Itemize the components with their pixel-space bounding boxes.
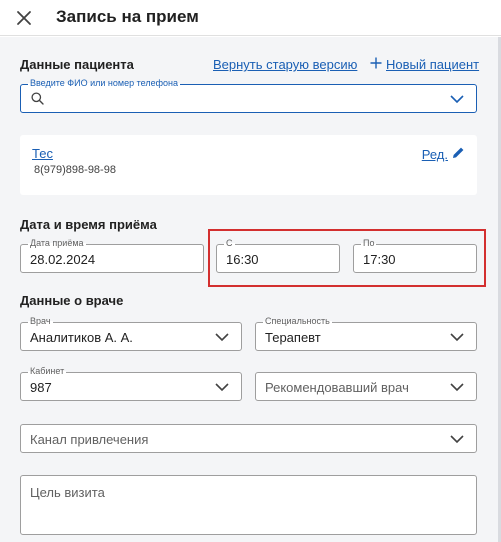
patient-section-title: Данные пациента <box>20 57 134 72</box>
modal-title: Запись на прием <box>56 7 199 26</box>
visit-purpose-placeholder: Цель визита <box>30 485 105 500</box>
referring-doctor-placeholder: Рекомендовавший врач <box>265 380 409 395</box>
patient-search-input[interactable]: Введите ФИО или номер телефона <box>20 78 477 113</box>
cabinet-label: Кабинет <box>28 366 67 376</box>
edit-patient-button[interactable]: Ред. <box>422 146 465 162</box>
edit-label: Ред. <box>421 146 448 162</box>
specialty-select[interactable]: Специальность Терапевт <box>255 316 477 351</box>
patient-phone: 8(979)898-98-98 <box>34 164 116 176</box>
referring-doctor-select[interactable]: Рекомендовавший врач <box>255 372 477 401</box>
date-value: 28.02.2024 <box>30 252 96 267</box>
close-icon[interactable] <box>14 8 34 28</box>
channel-select[interactable]: Канал привлечения <box>20 424 477 453</box>
patient-card: Тес 8(979)898-98-98 Ред. <box>20 135 477 195</box>
doctor-select[interactable]: Врач Аналитиков А. А. <box>20 316 242 351</box>
patient-search-label: Введите ФИО или номер телефона <box>28 78 180 88</box>
chevron-down-icon[interactable] <box>450 435 464 444</box>
chevron-down-icon[interactable] <box>450 383 464 392</box>
visit-purpose-textarea[interactable]: Цель визита <box>20 475 477 535</box>
revert-version-link[interactable]: Вернуть старую версию <box>213 57 357 72</box>
doctor-section-title: Данные о враче <box>20 293 124 308</box>
datetime-section-title: Дата и время приёма <box>20 217 157 232</box>
cabinet-value: 987 <box>30 380 52 395</box>
specialty-value: Терапевт <box>265 330 321 345</box>
search-icon <box>31 92 44 110</box>
date-field[interactable]: Дата приёма 28.02.2024 <box>20 238 204 273</box>
cabinet-select[interactable]: Кабинет 987 <box>20 366 242 401</box>
doctor-label: Врач <box>28 316 53 326</box>
new-patient-label: Новый пациент <box>386 57 480 72</box>
date-label: Дата приёма <box>28 238 86 248</box>
time-highlight-annotation <box>208 229 486 287</box>
doctor-value: Аналитиков А. А. <box>30 330 133 345</box>
pencil-icon <box>452 146 465 162</box>
chevron-down-icon[interactable] <box>215 333 229 342</box>
channel-placeholder: Канал привлечения <box>30 432 149 447</box>
specialty-label: Специальность <box>263 316 332 326</box>
modal-header: Запись на прием <box>0 0 501 36</box>
plus-icon <box>370 57 382 72</box>
chevron-down-icon[interactable] <box>215 383 229 392</box>
patient-name-link[interactable]: Тес <box>32 146 53 161</box>
chevron-down-icon[interactable] <box>450 95 464 104</box>
new-patient-button[interactable]: Новый пациент <box>370 57 479 72</box>
chevron-down-icon[interactable] <box>450 333 464 342</box>
